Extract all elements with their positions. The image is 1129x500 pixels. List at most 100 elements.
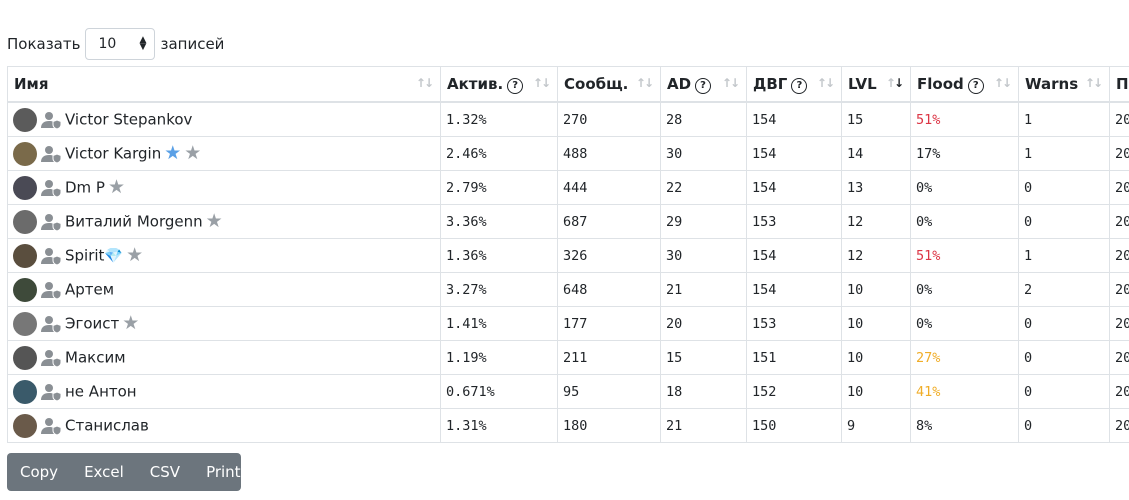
cell-lvl: 10: [841, 340, 911, 375]
gray-star-icon: ★: [205, 210, 223, 232]
sort-icon: ↑↓: [415, 76, 434, 90]
user-name-cell: Станислав: [7, 408, 441, 443]
column-header-messages[interactable]: Сообщ. ↑↓: [557, 66, 661, 103]
user-name-link[interactable]: Артем: [65, 280, 114, 298]
copy-button[interactable]: Copy: [7, 453, 71, 491]
users-table-container: Имя ↑↓ Актив.? ↑↓ Сообщ. ↑↓ AD? ↑↓ ДВГ? ↑↓ LV…: [7, 66, 1129, 447]
cell-activity: 2.79%: [440, 170, 558, 205]
avatar[interactable]: [13, 379, 37, 404]
column-header-activity[interactable]: Актив.? ↑↓: [440, 66, 558, 103]
user-name-link[interactable]: Dm P: [65, 178, 105, 196]
cell-flood: 0%: [910, 170, 1019, 205]
user-name-link[interactable]: Victor Stepankov: [65, 110, 192, 128]
cell-messages: 270: [557, 101, 661, 137]
avatar[interactable]: [13, 413, 37, 438]
table-row[interactable]: Dm P★2.79%44422154130%020: [7, 170, 1129, 205]
cell-flood: 41%: [910, 374, 1019, 409]
user-shield-icon[interactable]: [41, 145, 63, 164]
cell-lvl: 12: [841, 204, 911, 239]
column-header-lvl[interactable]: LVL ↑↓: [841, 66, 911, 103]
cell-dvg: 152: [746, 374, 842, 409]
column-header-warns[interactable]: Warns ↑↓: [1018, 66, 1110, 103]
help-icon[interactable]: ?: [791, 77, 808, 94]
user-name-cell: Эгоист ★: [7, 306, 441, 341]
user-shield-icon[interactable]: [41, 247, 63, 266]
avatar[interactable]: [13, 107, 37, 132]
avatar[interactable]: [13, 141, 37, 166]
page-length-control: Показать 10 ▲ ▼ записей: [7, 28, 224, 60]
user-name-cell: Виталий Morgenn ★: [7, 204, 441, 239]
help-icon[interactable]: ?: [967, 77, 984, 94]
table-row[interactable]: Victor Kargin★★2.46%488301541417%120: [7, 136, 1129, 171]
user-shield-icon[interactable]: [41, 213, 63, 232]
column-header-flood[interactable]: Flood? ↑↓: [910, 66, 1019, 103]
length-prefix-label: Показать: [7, 35, 81, 53]
user-name-link[interactable]: Victor Kargin: [65, 144, 161, 162]
cell-warns: 0: [1018, 408, 1110, 443]
users-table: Имя ↑↓ Актив.? ↑↓ Сообщ. ↑↓ AD? ↑↓ ДВГ? ↑↓ LV…: [7, 66, 1129, 443]
gray-star-icon: ★: [184, 142, 202, 164]
user-name-link[interactable]: Виталий Morgenn: [65, 212, 203, 230]
cell-ad: 15: [660, 340, 747, 375]
cell-warns: 0: [1018, 374, 1110, 409]
avatar[interactable]: [13, 209, 37, 234]
gray-star-icon: ★: [126, 244, 144, 266]
user-shield-icon[interactable]: [41, 315, 63, 334]
excel-button[interactable]: Excel: [71, 453, 137, 491]
cell-ad: 21: [660, 272, 747, 307]
table-row[interactable]: Артем 3.27%64821154100%220: [7, 272, 1129, 307]
print-button[interactable]: Print: [193, 453, 254, 491]
user-shield-icon[interactable]: [41, 417, 63, 436]
csv-button[interactable]: CSV: [137, 453, 193, 491]
user-shield-icon[interactable]: [41, 281, 63, 300]
column-header-last[interactable]: По: [1109, 66, 1129, 103]
cell-flood: 17%: [910, 136, 1019, 171]
cell-last: 20: [1109, 101, 1129, 137]
help-icon[interactable]: ?: [695, 77, 712, 94]
avatar[interactable]: [13, 311, 37, 336]
cell-lvl: 15: [841, 101, 911, 137]
cell-messages: 648: [557, 272, 661, 307]
table-row[interactable]: Станислав 1.31%1802115098%020: [7, 408, 1129, 443]
user-name-link[interactable]: Станислав: [65, 416, 149, 434]
user-name-link[interactable]: Эгоист: [65, 314, 119, 332]
column-header-ad[interactable]: AD? ↑↓: [660, 66, 747, 103]
column-header-name[interactable]: Имя ↑↓: [7, 66, 441, 103]
table-row[interactable]: Spirit💎★1.36%326301541251%120: [7, 238, 1129, 273]
avatar[interactable]: [13, 345, 37, 370]
avatar[interactable]: [13, 175, 37, 200]
help-icon[interactable]: ?: [507, 77, 524, 94]
cell-dvg: 153: [746, 306, 842, 341]
cell-messages: 687: [557, 204, 661, 239]
table-row[interactable]: Максим 1.19%211151511027%020: [7, 340, 1129, 375]
user-shield-icon[interactable]: [41, 111, 63, 130]
cell-last: 20: [1109, 306, 1129, 341]
table-row[interactable]: Victor Stepankov 1.32%270281541551%120: [7, 101, 1129, 137]
user-shield-icon[interactable]: [41, 179, 63, 198]
user-shield-icon[interactable]: [41, 383, 63, 402]
cell-activity: 3.27%: [440, 272, 558, 307]
user-name-link[interactable]: Spirit💎: [65, 246, 123, 264]
avatar[interactable]: [13, 277, 37, 302]
cell-dvg: 153: [746, 204, 842, 239]
cell-ad: 30: [660, 238, 747, 273]
user-name-link[interactable]: Максим: [65, 348, 126, 366]
cell-messages: 180: [557, 408, 661, 443]
user-shield-icon[interactable]: [41, 349, 63, 368]
column-header-dvg[interactable]: ДВГ? ↑↓: [746, 66, 842, 103]
table-row[interactable]: не Антон 0.671%95181521041%020: [7, 374, 1129, 409]
cell-ad: 30: [660, 136, 747, 171]
sort-icon: ↑↓: [721, 76, 740, 90]
cell-dvg: 154: [746, 136, 842, 171]
page-length-select[interactable]: 10 ▲ ▼: [85, 28, 156, 60]
cell-flood: 0%: [910, 272, 1019, 307]
user-name-link[interactable]: не Антон: [65, 382, 137, 400]
table-row[interactable]: Виталий Morgenn★3.36%68729153120%020: [7, 204, 1129, 239]
avatar[interactable]: [13, 243, 37, 268]
page-length-value: 10: [98, 36, 117, 52]
cell-lvl: 12: [841, 238, 911, 273]
table-row[interactable]: Эгоист★1.41%17720153100%020: [7, 306, 1129, 341]
sort-desc-icon: ↑↓: [885, 76, 904, 90]
cell-last: 20: [1109, 204, 1129, 239]
cell-lvl: 13: [841, 170, 911, 205]
